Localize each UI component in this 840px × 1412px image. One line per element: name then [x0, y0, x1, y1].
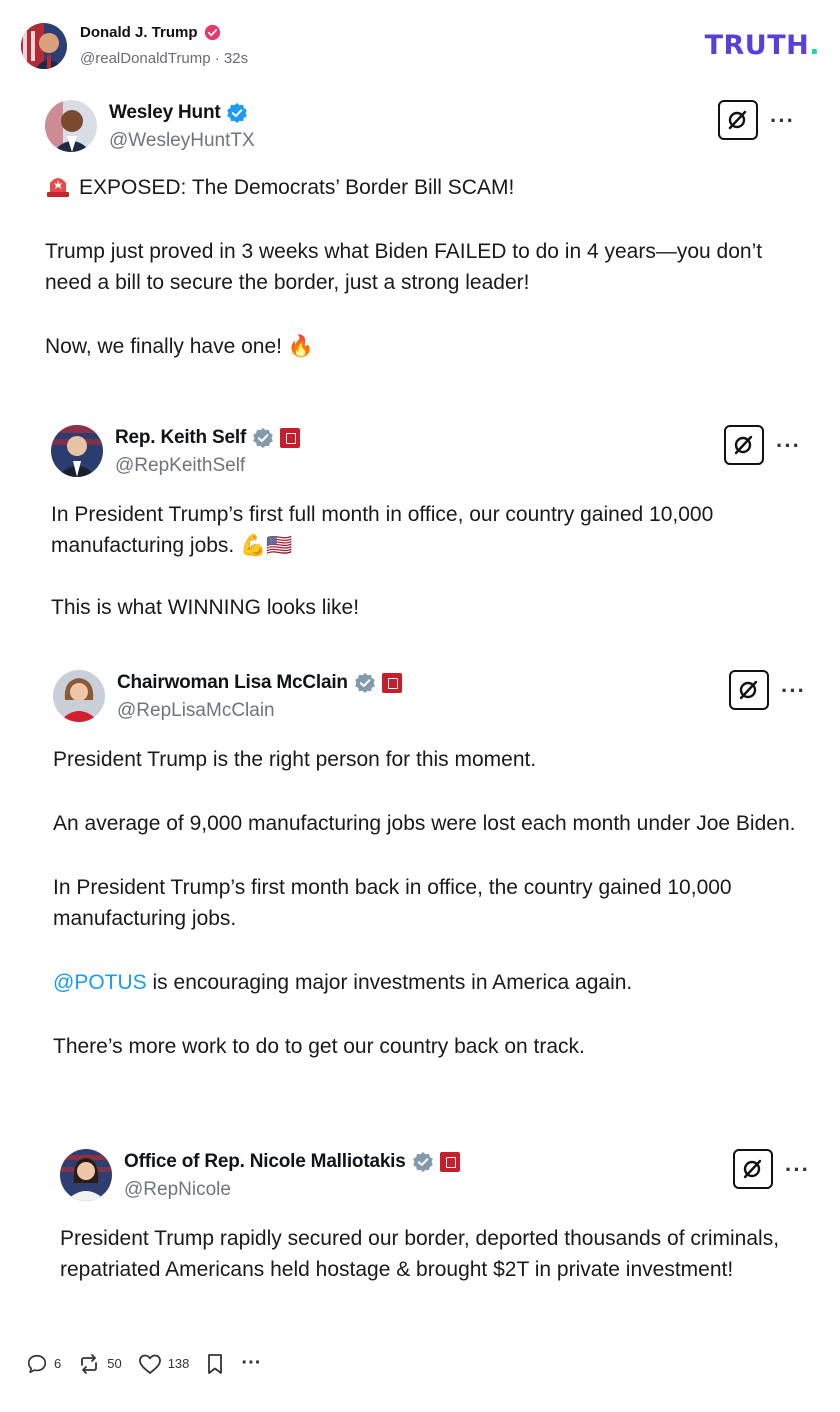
- siren-icon: [45, 173, 71, 197]
- handle: @RepLisaMcClain: [117, 700, 275, 721]
- post-paragraph: Trump just proved in 3 weeks what Biden …: [45, 240, 763, 294]
- post-paragraph: @POTUS is encouraging major investments …: [53, 967, 813, 998]
- display-name: Wesley Hunt: [109, 102, 221, 123]
- author-name[interactable]: Donald J. Trump: [80, 24, 198, 41]
- bookmark-icon: [208, 1353, 223, 1374]
- like-count: 138: [167, 1356, 190, 1371]
- brand-text: TRUTH: [704, 30, 810, 61]
- verified-badge-icon: [204, 24, 220, 41]
- truth-logo[interactable]: TRUTH.: [705, 30, 820, 61]
- post-paragraph: Now, we finally have one! 🔥: [45, 335, 314, 358]
- handle: @WesleyHuntTX: [109, 130, 255, 151]
- display-name: Chairwoman Lisa McClain: [117, 672, 348, 693]
- avatar: [51, 425, 103, 477]
- brand-dot: .: [809, 30, 820, 61]
- grok-icon: [733, 1149, 773, 1189]
- paragraph-text: is encouraging major investments in Amer…: [152, 971, 633, 994]
- handle: @RepNicole: [124, 1179, 231, 1200]
- more-icon: ···: [770, 108, 795, 133]
- author-avatar[interactable]: [21, 23, 67, 69]
- post-body: President Trump rapidly secured our bord…: [60, 1223, 810, 1285]
- name-row: Office of Rep. Nicole Malliotakis: [124, 1151, 460, 1173]
- meta-separator: ·: [214, 50, 224, 67]
- post-paragraph: President Trump rapidly secured our bord…: [60, 1227, 780, 1281]
- post-header: Donald J. Trump @realDonaldTrump · 32s T…: [0, 0, 840, 90]
- reply-icon: [27, 1354, 47, 1373]
- post-paragraph: This is what WINNING looks like!: [51, 596, 360, 619]
- grok-icon: [718, 100, 758, 140]
- heart-icon: [138, 1354, 161, 1374]
- name-row: Rep. Keith Self: [115, 427, 301, 449]
- post-body: EXPOSED: The Democrats’ Border Bill SCAM…: [45, 172, 805, 362]
- paragraph-text: EXPOSED: The Democrats’ Border Bill SCAM…: [79, 176, 515, 199]
- post-paragraph: In President Trump’s first full month in…: [51, 503, 714, 557]
- post-body: President Trump is the right person for …: [53, 744, 813, 1062]
- author-name-row: Donald J. Trump: [80, 24, 221, 41]
- post-paragraph: There’s more work to do to get our count…: [53, 1035, 585, 1058]
- post-paragraph: An average of 9,000 manufacturing jobs w…: [53, 812, 796, 835]
- government-badge-icon: [439, 1152, 460, 1172]
- author-handle[interactable]: @realDonaldTrump: [80, 50, 211, 67]
- post-body: In President Trump’s first full month in…: [51, 499, 811, 623]
- name-row: Chairwoman Lisa McClain: [117, 672, 402, 694]
- display-name: Rep. Keith Self: [115, 427, 247, 448]
- author-meta: @realDonaldTrump · 32s: [80, 50, 248, 67]
- verified-gray-icon: [355, 673, 375, 693]
- grok-icon: [729, 670, 769, 710]
- reply-button[interactable]: 6: [26, 1353, 61, 1375]
- post-time[interactable]: 32s: [224, 50, 248, 67]
- display-name: Office of Rep. Nicole Malliotakis: [124, 1151, 406, 1172]
- post-paragraph: EXPOSED: The Democrats’ Border Bill SCAM…: [45, 172, 805, 203]
- government-badge-icon: [381, 673, 402, 693]
- avatar: [53, 670, 105, 722]
- more-icon: ···: [776, 433, 801, 458]
- name-row: Wesley Hunt: [109, 102, 248, 124]
- post-paragraph: In President Trump’s first month back in…: [53, 876, 732, 930]
- verified-gray-icon: [253, 428, 273, 448]
- verified-gray-icon: [412, 1152, 433, 1172]
- retruth-icon: [81, 1353, 98, 1374]
- post-paragraph: President Trump is the right person for …: [53, 748, 537, 771]
- verified-blue-icon: [227, 103, 248, 123]
- like-button[interactable]: 138: [138, 1353, 190, 1375]
- more-icon: ···: [781, 678, 806, 703]
- retruth-button[interactable]: 50: [77, 1353, 122, 1375]
- action-bar: 6 50 138 ···: [26, 1352, 277, 1375]
- more-actions-button[interactable]: ···: [241, 1352, 261, 1375]
- more-actions-icon: ···: [241, 1352, 262, 1374]
- government-badge-icon: [280, 428, 301, 448]
- grok-icon: [724, 425, 764, 465]
- reply-count: 6: [54, 1356, 62, 1371]
- bookmark-button[interactable]: [205, 1353, 225, 1375]
- retruth-count: 50: [107, 1356, 122, 1371]
- more-icon: ···: [785, 1157, 810, 1182]
- avatar: [60, 1149, 112, 1201]
- handle: @RepKeithSelf: [115, 455, 246, 476]
- mention-link: @POTUS: [53, 971, 147, 994]
- avatar: [45, 100, 97, 152]
